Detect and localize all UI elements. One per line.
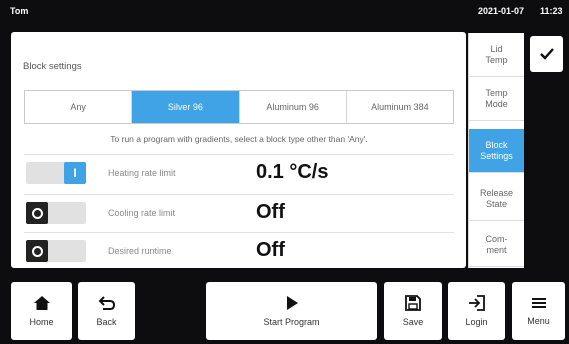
- checkmark-icon: [539, 48, 554, 60]
- heating-rate-toggle[interactable]: I: [26, 162, 86, 184]
- toggle-off-knob: [26, 202, 48, 224]
- save-label: Save: [402, 317, 424, 327]
- login-icon: [468, 295, 485, 311]
- play-icon: [286, 296, 298, 310]
- block-type-selector: Any Silver 96 Aluminum 96 Aluminum 384: [24, 90, 454, 124]
- desired-runtime-value[interactable]: Off: [256, 239, 285, 262]
- confirm-button[interactable]: [530, 36, 563, 72]
- heating-rate-row: I Heating rate limit 0.1 °C/s: [24, 154, 454, 190]
- heating-rate-value[interactable]: 0.1 °C/s: [256, 161, 328, 184]
- login-label: Login: [465, 317, 488, 327]
- start-program-label: Start Program: [263, 317, 320, 327]
- toggle-off-knob: [26, 240, 48, 262]
- save-icon: [405, 295, 421, 311]
- cooling-rate-label: Cooling rate limit: [108, 208, 176, 218]
- cooling-rate-toggle[interactable]: [26, 202, 86, 224]
- desired-runtime-row: Desired runtime Off: [24, 232, 454, 268]
- date-display: 2021-01-07: [478, 6, 525, 16]
- status-bar: Tom 2021-01-07 11:23: [0, 0, 569, 22]
- tab-block-settings[interactable]: Block Settings: [469, 129, 524, 173]
- back-button[interactable]: Back: [78, 282, 135, 340]
- block-type-any[interactable]: Any: [25, 91, 133, 123]
- block-type-aluminum-96[interactable]: Aluminum 96: [240, 91, 347, 123]
- heating-rate-label: Heating rate limit: [108, 168, 176, 178]
- cooling-rate-value[interactable]: Off: [256, 201, 285, 224]
- home-button[interactable]: Home: [11, 282, 72, 340]
- time-display: 11:23: [540, 6, 563, 16]
- menu-icon: [531, 298, 546, 308]
- tab-release-state[interactable]: Release State: [469, 177, 524, 221]
- back-label: Back: [96, 317, 117, 327]
- save-button[interactable]: Save: [384, 282, 442, 340]
- block-type-aluminum-384[interactable]: Aluminum 384: [347, 91, 453, 123]
- login-button[interactable]: Login: [448, 282, 505, 340]
- settings-tabs: Lid Temp Temp Mode Block Settings Releas…: [468, 33, 524, 268]
- home-icon: [33, 296, 50, 310]
- tab-temp-mode[interactable]: Temp Mode: [469, 77, 524, 121]
- back-arrow-icon: [98, 296, 115, 310]
- desired-runtime-label: Desired runtime: [108, 246, 172, 256]
- tab-lid-temp[interactable]: Lid Temp: [469, 33, 524, 77]
- gradient-hint: To run a program with gradients, select …: [110, 134, 368, 144]
- menu-button[interactable]: Menu: [512, 282, 565, 340]
- desired-runtime-toggle[interactable]: [26, 240, 86, 262]
- tab-comment[interactable]: Com- ment: [469, 223, 524, 267]
- home-label: Home: [29, 317, 54, 327]
- block-settings-panel: Block settings Any Silver 96 Aluminum 96…: [11, 32, 466, 268]
- panel-title: Block settings: [23, 61, 82, 72]
- cooling-rate-row: Cooling rate limit Off: [24, 194, 454, 230]
- user-name: Tom: [10, 6, 29, 16]
- bottom-toolbar: Home Back Start Program Save Login Menu: [0, 276, 569, 344]
- menu-label: Menu: [527, 316, 550, 326]
- block-type-silver-96[interactable]: Silver 96: [132, 91, 240, 123]
- toggle-on-knob: I: [64, 162, 86, 184]
- start-program-button[interactable]: Start Program: [206, 282, 377, 340]
